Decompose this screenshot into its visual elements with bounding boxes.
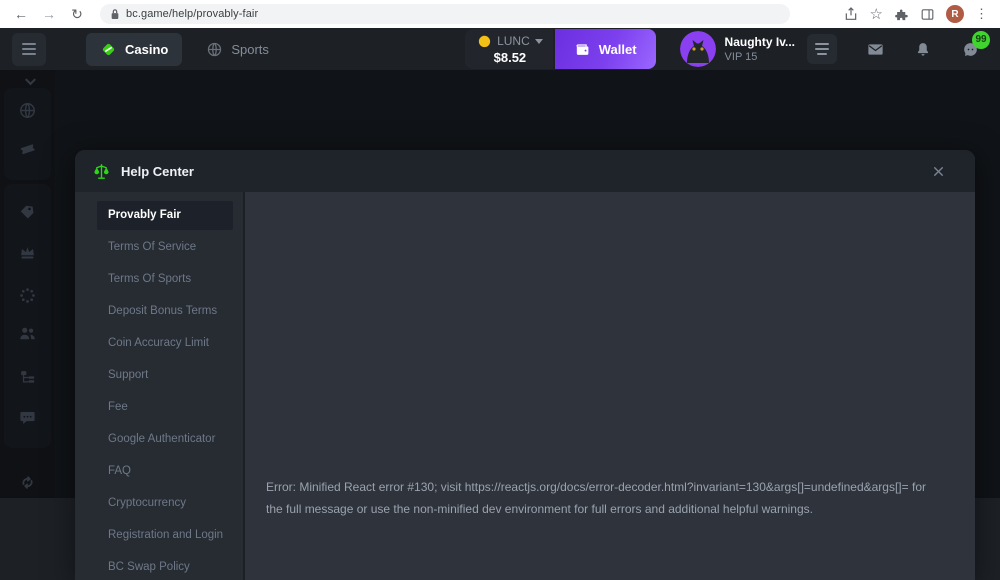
kebab-menu-icon[interactable]: ⋮ xyxy=(975,2,988,26)
currency-selector[interactable]: LUNC $8.52 xyxy=(465,29,553,69)
chat-badge: 99 xyxy=(972,31,990,49)
extensions-puzzle-icon[interactable] xyxy=(894,7,909,22)
bell-icon[interactable] xyxy=(914,40,932,59)
wallet-icon xyxy=(574,41,591,58)
list-menu-button[interactable] xyxy=(807,34,837,64)
user-avatar xyxy=(680,31,716,67)
username: Naughty Iv... xyxy=(725,35,795,49)
back-button[interactable]: ← xyxy=(8,2,34,26)
react-error-message: Error: Minified React error #130; visit … xyxy=(266,476,941,520)
help-nav-item-terms-of-service[interactable]: Terms Of Service xyxy=(97,233,233,262)
help-nav: Provably Fair Terms Of Service Terms Of … xyxy=(75,192,245,580)
forward-button[interactable]: → xyxy=(36,2,62,26)
wallet-button-label: Wallet xyxy=(599,42,637,57)
help-nav-item-bc-swap-policy[interactable]: BC Swap Policy xyxy=(97,553,233,580)
mail-icon[interactable] xyxy=(866,40,885,59)
url-text: bc.game/help/provably-fair xyxy=(126,8,258,20)
help-nav-item-terms-of-sports[interactable]: Terms Of Sports xyxy=(97,265,233,294)
help-content-area: Error: Minified React error #130; visit … xyxy=(245,192,975,580)
help-center-title: Help Center xyxy=(121,164,194,179)
chevron-down-icon xyxy=(535,39,543,44)
lock-icon xyxy=(110,8,120,20)
address-bar[interactable]: bc.game/help/provably-fair xyxy=(100,4,790,24)
help-center-modal: Help Center Provably Fair Terms Of Servi… xyxy=(75,150,975,580)
wallet-button[interactable]: Wallet xyxy=(555,29,656,69)
hamburger-menu-button[interactable] xyxy=(12,33,46,66)
browser-profile-avatar[interactable]: R xyxy=(946,5,964,23)
reload-button[interactable]: ↻ xyxy=(64,2,90,26)
sports-ball-icon xyxy=(206,41,223,58)
chat-bubble-icon[interactable]: 99 xyxy=(961,40,980,59)
help-nav-item-deposit-bonus-terms[interactable]: Deposit Bonus Terms xyxy=(97,297,233,326)
balance-amount: $8.52 xyxy=(494,50,527,65)
lunc-coin-icon xyxy=(477,34,492,49)
close-icon[interactable] xyxy=(928,161,949,182)
help-nav-item-support[interactable]: Support xyxy=(97,361,233,390)
share-icon[interactable] xyxy=(843,6,859,22)
currency-code: LUNC xyxy=(497,34,530,48)
help-nav-item-coin-accuracy-limit[interactable]: Coin Accuracy Limit xyxy=(97,329,233,358)
scales-icon xyxy=(92,162,111,181)
help-nav-item-fee[interactable]: Fee xyxy=(97,393,233,422)
app-body: Help Center Provably Fair Terms Of Servi… xyxy=(0,70,1000,498)
sports-tab-label: Sports xyxy=(231,42,269,57)
help-center-body: Provably Fair Terms Of Service Terms Of … xyxy=(75,192,975,580)
user-profile[interactable]: Naughty Iv... VIP 15 xyxy=(680,31,795,67)
sports-tab[interactable]: Sports xyxy=(206,41,269,58)
bc-diamond-logo-icon xyxy=(100,41,117,58)
casino-tab-label: Casino xyxy=(125,42,168,57)
vip-level: VIP 15 xyxy=(725,51,795,63)
help-nav-item-provably-fair[interactable]: Provably Fair xyxy=(97,201,233,230)
help-nav-item-cryptocurrency[interactable]: Cryptocurrency xyxy=(97,489,233,518)
browser-toolbar: ← → ↻ bc.game/help/provably-fair ☆ R ⋮ xyxy=(0,0,1000,28)
help-nav-item-google-authenticator[interactable]: Google Authenticator xyxy=(97,425,233,454)
help-nav-item-registration-and-login[interactable]: Registration and Login xyxy=(97,521,233,550)
help-center-header: Help Center xyxy=(75,150,975,192)
app-header: Casino Sports LUNC $8.52 Wallet xyxy=(0,28,1000,70)
side-panel-icon[interactable] xyxy=(920,7,935,22)
help-nav-item-faq[interactable]: FAQ xyxy=(97,457,233,486)
casino-tab[interactable]: Casino xyxy=(86,33,182,66)
bookmark-star-icon[interactable]: ☆ xyxy=(870,2,883,26)
